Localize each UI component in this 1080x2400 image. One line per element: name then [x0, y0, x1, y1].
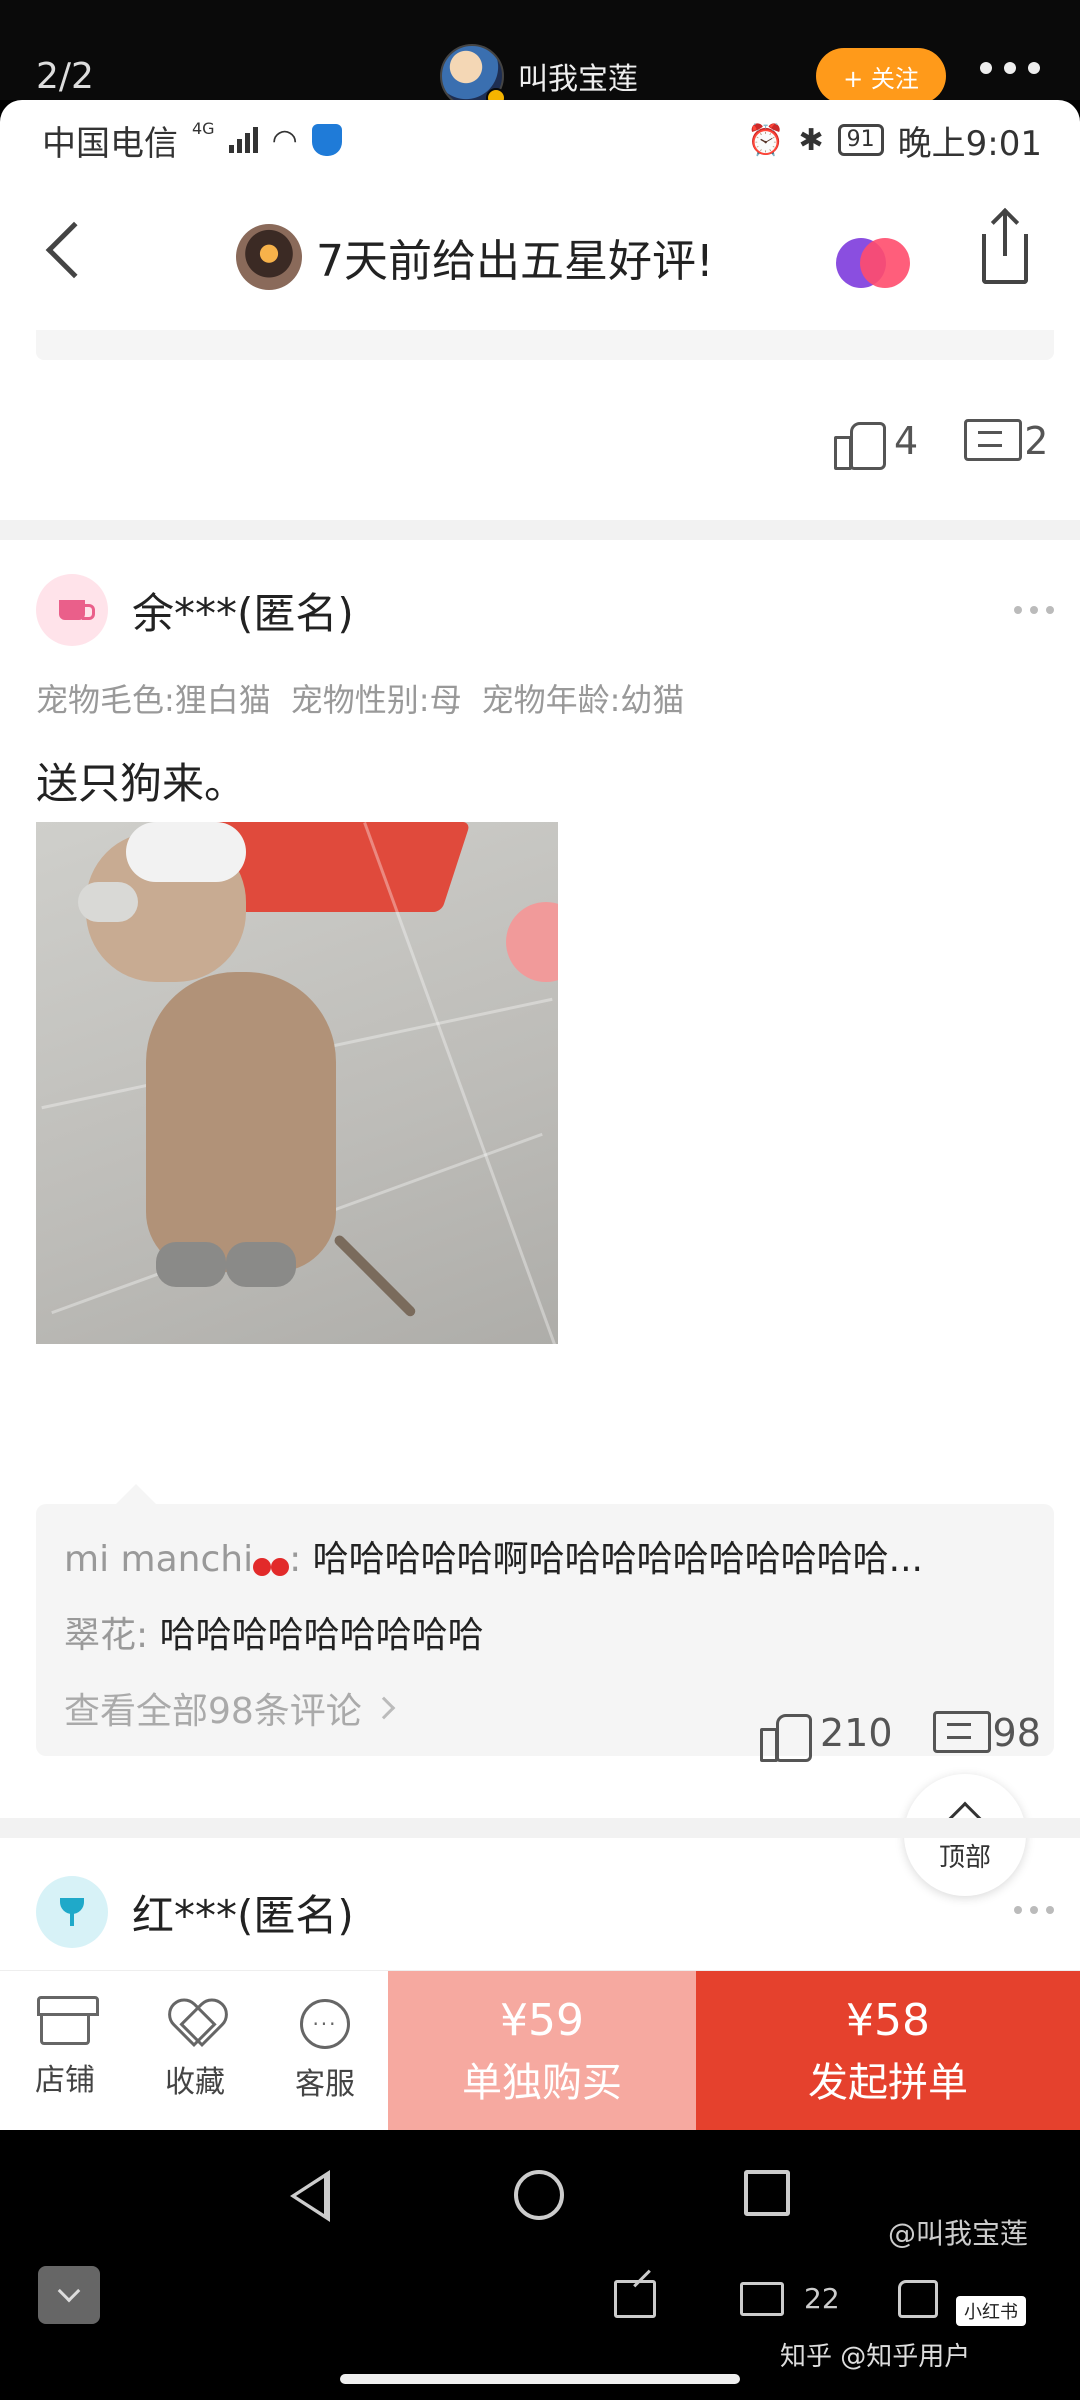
- comment-text: 哈哈哈哈哈啊哈哈哈哈哈哈哈哈哈哈...: [312, 1539, 924, 1580]
- sku-age: 宠物年龄:幼猫: [481, 681, 685, 719]
- bluetooth-icon: ✱: [798, 122, 824, 158]
- comment-icon[interactable]: [964, 419, 1023, 463]
- wifi-icon: ◠: [271, 122, 298, 158]
- avatar: [36, 1876, 108, 1948]
- system-recents-icon[interactable]: [744, 2170, 790, 2216]
- follow-button[interactable]: + 关注: [816, 48, 946, 104]
- wine-glass-icon: [60, 1898, 84, 1926]
- viewer-author[interactable]: 叫我宝莲: [440, 44, 638, 108]
- previous-review-stats: 4 2: [834, 418, 1049, 470]
- comment-count: 98: [992, 1711, 1041, 1755]
- purchase-bar: 店铺 收藏 ··· 客服 ¥59 单独购买 ¥58 发起拼单: [0, 1970, 1080, 2130]
- commenter-name: 翠花: [64, 1615, 137, 1656]
- group-buy-button[interactable]: ¥58 发起拼单: [696, 1971, 1080, 2130]
- thumbs-up-icon[interactable]: [760, 1710, 812, 1762]
- carrier-label: 中国电信: [42, 123, 178, 164]
- shop-icon: [37, 1995, 99, 2045]
- chat-icon: ···: [300, 1998, 350, 2049]
- avatar[interactable]: [440, 44, 506, 108]
- sku-gender: 宠物性别:母: [290, 681, 462, 719]
- more-dots-icon[interactable]: [1014, 606, 1054, 614]
- cup-icon: [59, 600, 95, 620]
- single-price: ¥59: [500, 1994, 584, 2046]
- thumbs-up-icon[interactable]: [834, 418, 886, 470]
- comment-count: 2: [1024, 419, 1049, 463]
- customer-service-button[interactable]: ··· 客服: [260, 1971, 390, 2130]
- comment-item: mi manchi: 哈哈哈哈哈啊哈哈哈哈哈哈哈哈哈哈...: [64, 1539, 924, 1580]
- shield-icon: [311, 124, 342, 156]
- comment-text: 哈哈哈哈哈哈哈哈哈: [159, 1615, 484, 1656]
- shop-button[interactable]: 店铺: [0, 1971, 130, 2130]
- comment-item: 翠花: 哈哈哈哈哈哈哈哈哈: [64, 1615, 484, 1656]
- overlap-circles-icon[interactable]: [836, 238, 910, 288]
- thumbs-up-icon[interactable]: [898, 2280, 938, 2318]
- nav-title-group: 7天前给出五星好评!: [236, 224, 714, 290]
- clock: 晚上9:01: [897, 123, 1042, 164]
- status-bar: 中国电信 4G ◠ ⏰ ✱ 91 晚上9:01: [0, 100, 1080, 180]
- back-icon[interactable]: [45, 221, 103, 279]
- more-dots-icon[interactable]: [1014, 1906, 1054, 1914]
- like-count: 4: [894, 419, 919, 463]
- review-stats: 210 98: [760, 1710, 1041, 1762]
- more-options-icon[interactable]: [980, 62, 1040, 74]
- system-home-icon[interactable]: [514, 2170, 564, 2220]
- review-photo[interactable]: [36, 822, 558, 1344]
- divider: [0, 1818, 1080, 1838]
- group-price: ¥58: [846, 1994, 930, 2046]
- home-indicator[interactable]: [340, 2374, 740, 2384]
- network-type: 4G: [192, 118, 215, 138]
- signal-icon: [228, 127, 258, 153]
- buy-single-button[interactable]: ¥59 单独购买: [388, 1971, 696, 2130]
- chevron-down-icon: [57, 2279, 81, 2303]
- view-all-comments-link[interactable]: 查看全部98条评论: [64, 1682, 396, 1734]
- author-name[interactable]: 叫我宝莲: [518, 54, 638, 98]
- image-counter: 2/2: [36, 56, 94, 97]
- viewer-top-bar: 2/2 叫我宝莲 + 关注: [0, 0, 1080, 108]
- nav-bar: 7天前给出五星好评!: [0, 180, 1080, 330]
- avatar: [36, 574, 108, 646]
- review-header: 余***(匿名): [36, 574, 354, 646]
- sku-info: 宠物毛色:狸白猫 宠物性别:母 宠物年龄:幼猫: [36, 675, 684, 721]
- phone-screenshot: 中国电信 4G ◠ ⏰ ✱ 91 晚上9:01 7天前给出五星好评! 4 2 余…: [0, 100, 1080, 2130]
- review-text: 送只狗来。: [36, 759, 247, 808]
- favorite-button[interactable]: 收藏: [130, 1971, 260, 2130]
- share-icon[interactable]: [614, 2280, 656, 2318]
- share-icon[interactable]: [982, 212, 1028, 284]
- zhihu-watermark: 知乎 @知乎用户: [780, 2342, 971, 2372]
- commenter-name: mi manchi: [64, 1539, 254, 1580]
- battery-icon: 91: [837, 124, 884, 156]
- xiaohongshu-tag: 小红书: [956, 2296, 1026, 2326]
- previous-review-comment-box: [36, 330, 1054, 360]
- collapse-button[interactable]: [38, 2266, 100, 2324]
- like-count: 210: [820, 1711, 893, 1755]
- comment-count: 22: [804, 2282, 840, 2315]
- sku-color: 宠物毛色:狸白猫: [36, 681, 271, 719]
- reviewer-name: 红***(匿名): [132, 1890, 354, 1940]
- reviewer-name: 余***(匿名): [132, 588, 354, 638]
- heart-icon: [170, 2001, 220, 2047]
- system-back-icon[interactable]: [290, 2170, 330, 2222]
- divider: [0, 520, 1080, 540]
- group-label: 发起拼单: [808, 2059, 968, 2106]
- comment-icon[interactable]: [740, 2282, 784, 2316]
- cherry-icon: [253, 1546, 290, 1576]
- weibo-watermark: @叫我宝莲: [888, 2217, 1029, 2250]
- comment-icon[interactable]: [932, 1711, 991, 1755]
- page-title: 7天前给出五星好评!: [316, 236, 714, 287]
- review-header: 红***(匿名): [36, 1876, 354, 1948]
- alarm-icon: ⏰: [747, 122, 785, 158]
- chevron-right-icon: [372, 1696, 396, 1720]
- single-label: 单独购买: [462, 2059, 622, 2106]
- avatar: [236, 224, 302, 290]
